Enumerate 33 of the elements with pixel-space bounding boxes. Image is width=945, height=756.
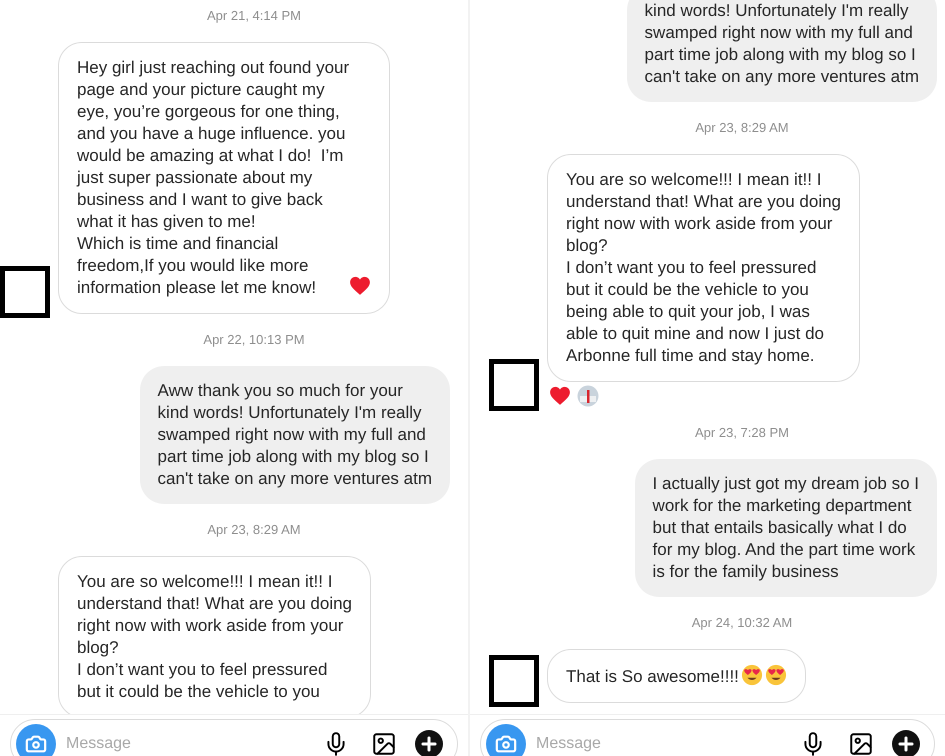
message-timestamp: Apr 22, 10:13 PM [203,332,305,348]
message-timestamp: Apr 23, 8:29 AM [695,120,789,136]
heart-eyes-emoji-icon [740,664,763,686]
gallery-icon[interactable] [848,731,874,756]
reaction-avatar-icon [577,385,599,407]
avatar-placeholder[interactable] [0,266,50,318]
avatar-placeholder[interactable] [489,655,539,707]
message-text: You are so welcome!!! I mean it!! I understand that! What are you doing right now with work aside from your blog? I don’t want you to feel pressured but it could be the vehicle to you [77,571,352,703]
message-text: I actually just got my dream job so I work for the marketing department but that entails basically what I do for my blog. And the part time work is for the family business [652,473,919,583]
heart-reaction-icon [549,386,571,406]
add-icon[interactable] [892,730,920,756]
message-timestamp: Apr 21, 4:14 PM [207,8,301,24]
message-text: That is So awesome!!!! [566,666,739,688]
message-timestamp: Apr 23, 8:29 AM [207,522,301,538]
avatar-placeholder[interactable] [489,359,539,411]
message-field[interactable]: Message [536,734,790,754]
message-composer[interactable]: Message [10,719,458,756]
camera-button[interactable] [16,724,56,756]
heart-emoji-icon [349,276,372,296]
message-field[interactable]: Message [66,734,313,754]
camera-icon [495,733,517,755]
message-timestamp: Apr 23, 7:28 PM [695,425,789,441]
add-icon[interactable] [415,730,443,756]
message-text: kind words! Unfortunately I'm really swamped right now with my full and part time job along with my blog so I can't take on any more ventures atm [644,0,919,88]
gallery-icon[interactable] [371,731,397,756]
camera-icon [25,733,47,755]
message-text: Hey girl just reaching out found your page and your picture caught my eye, you’re gorgeous for one thing, and you have a huge influence. you would be amazing at what I do! I’m just super passionate about my business and I want to give back what it has given to me! Which is time and financial freedom,If you would like more information please let me know! [77,57,350,299]
camera-button[interactable] [486,724,526,756]
message-text: You are so welcome!!! I mean it!! I understand that! What are you doing right now with work aside from your blog? I don’t want you to feel pressured but it could be the vehicle to you being able to quit your job, I was able to quit mine and now I just do Arbonne full time and stay home. [566,169,842,367]
heart-eyes-emoji-icon [764,664,787,686]
message-text: Aww thank you so much for your kind words! Unfortunately I'm really swamped right now with my full and part time job along with my blog so I can't take on any more ventures atm [158,380,432,490]
message-timestamp: Apr 24, 10:32 AM [692,615,792,631]
message-composer[interactable]: Message [480,719,935,756]
